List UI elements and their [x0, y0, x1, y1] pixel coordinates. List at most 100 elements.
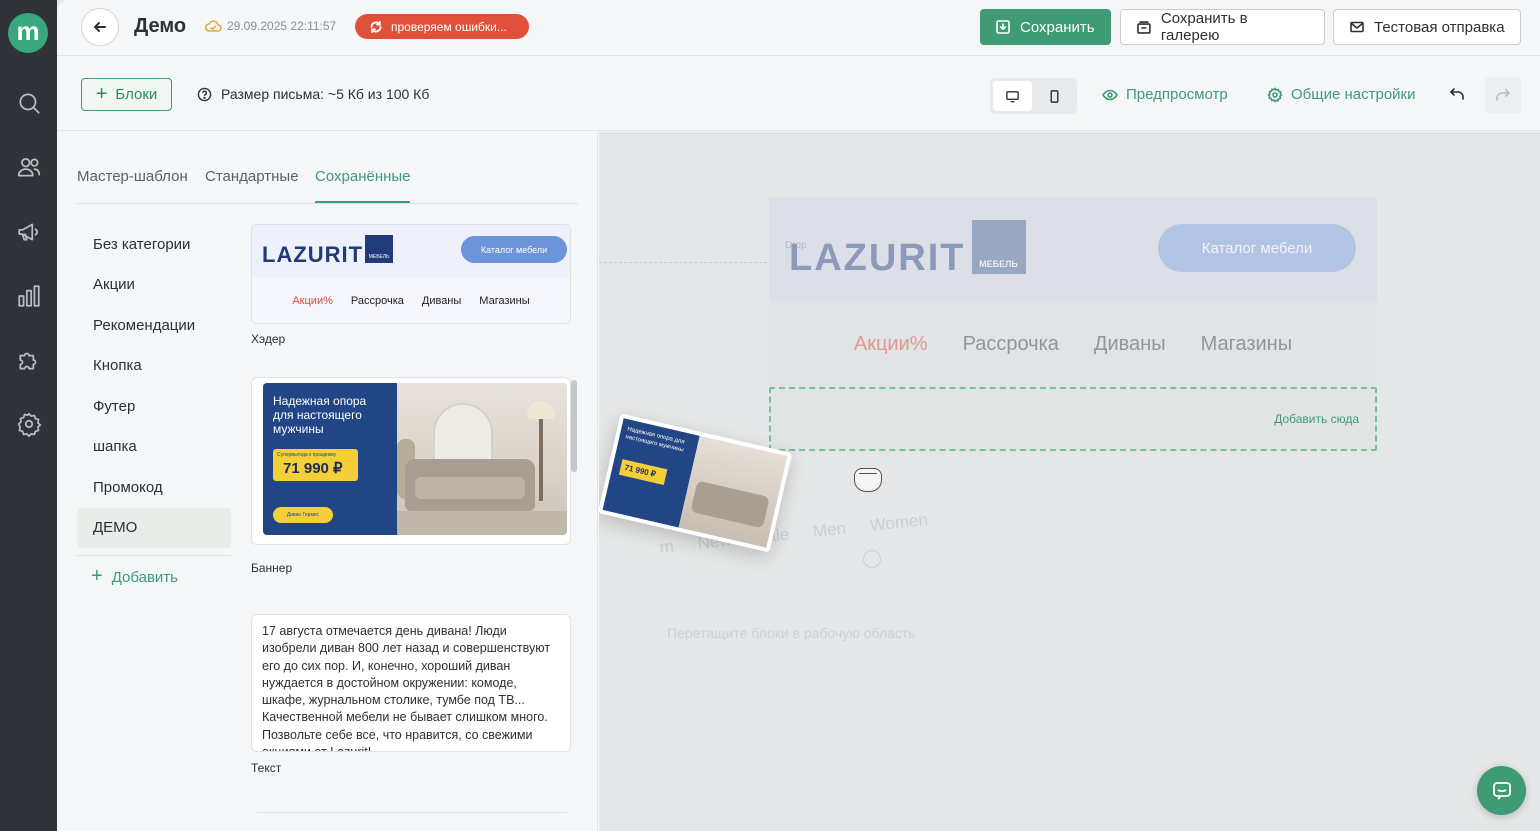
canvas-nav-item: Рассрочка	[962, 332, 1059, 355]
ghost-item: Men	[812, 518, 847, 541]
save-button[interactable]: Сохранить	[980, 9, 1111, 45]
ghost-circle-icon	[863, 550, 881, 568]
blocks-panel: Мастер-шаблон Стандартные Сохранённые Бе…	[57, 132, 598, 831]
integrations-puzzle-icon[interactable]	[0, 340, 57, 380]
tab-master-template[interactable]: Мастер-шаблон	[77, 168, 188, 185]
nav-item: Акции%	[292, 295, 333, 307]
tab-saved[interactable]: Сохранённые	[315, 168, 411, 185]
sofa	[405, 459, 535, 511]
category-item[interactable]: Рекомендации	[77, 305, 231, 346]
category-item[interactable]: шапка	[77, 427, 231, 468]
mail-icon	[1350, 21, 1364, 33]
drop-zone[interactable]: Добавить сюда	[769, 387, 1377, 451]
grab-cursor-icon	[854, 468, 882, 492]
search-icon[interactable]	[0, 83, 57, 123]
block-card-label: Хэдер	[251, 332, 286, 346]
test-send-button[interactable]: Тестовая отправка	[1333, 9, 1521, 45]
save-button-label: Сохранить	[1020, 18, 1095, 36]
block-card-text[interactable]: 17 августа отмечается день дивана! Люди …	[251, 614, 571, 752]
category-item[interactable]: Без категории	[77, 224, 231, 265]
canvas-nav-item: Магазины	[1200, 332, 1293, 355]
price-value: 71 990 ₽	[283, 460, 343, 477]
gear-icon	[1267, 86, 1283, 103]
banner-headline: Надежная опора для настоящего мужчины	[273, 394, 367, 436]
nav-item: Диваны	[421, 295, 462, 307]
sofa-photo	[397, 383, 567, 535]
plus-icon: +	[95, 82, 108, 105]
canvas-catalog-button: Каталог мебели	[1158, 224, 1356, 272]
price-tag-caption: Супервыгода к празднику	[277, 452, 337, 458]
canvas-nav-item: Диваны	[1093, 332, 1166, 355]
category-list: Без категории Акции Рекомендации Кнопка …	[77, 224, 231, 586]
contacts-icon[interactable]	[0, 147, 57, 187]
blocks-button[interactable]: + Блоки	[81, 78, 172, 111]
app-logo[interactable]: m	[8, 13, 48, 53]
blocks-button-label: Блоки	[115, 86, 158, 103]
support-chat-button[interactable]	[1477, 766, 1526, 815]
block-card-label: Текст	[251, 761, 282, 775]
dragging-banner-photo	[678, 435, 788, 548]
eye-icon	[1102, 89, 1118, 100]
category-item-active[interactable]: ДЕМО	[77, 507, 231, 548]
plus-icon: +	[91, 565, 103, 587]
category-item[interactable]: Футер	[77, 386, 231, 427]
catalog-button-preview: Каталог мебели	[461, 236, 567, 263]
divider	[77, 555, 231, 556]
email-size-info: Размер письма: ~5 Кб из 100 Кб	[197, 86, 429, 102]
ghost-item: m	[658, 536, 675, 558]
add-category-label: Добавить	[111, 568, 178, 586]
undo-button[interactable]	[1448, 85, 1468, 105]
banner-text-panel: Надежная опора для настоящего мужчины Су…	[263, 383, 397, 535]
saved-timestamp: 29.09.2025 22:11:57	[227, 19, 337, 33]
test-send-label: Тестовая отправка	[1374, 18, 1505, 36]
app-logo-letter: m	[16, 15, 40, 46]
status-badge-label: проверяем ошибки...	[391, 19, 507, 34]
editor-main: Демо 29.09.2025 22:11:57 проверяем ошибк…	[57, 0, 1540, 831]
category-item[interactable]: Акции	[77, 265, 231, 306]
help-circle-icon	[197, 87, 212, 101]
active-tab-indicator	[315, 201, 410, 203]
desktop-icon	[1005, 90, 1019, 102]
header-preview-top: LAZURIT МЕБЕЛЬ Каталог мебели	[252, 225, 570, 277]
preview-label: Предпросмотр	[1126, 86, 1228, 103]
save-icon	[996, 20, 1010, 34]
general-settings-label: Общие настройки	[1291, 86, 1416, 103]
add-category-button[interactable]: + Добавить	[77, 565, 231, 587]
panel-scrollbar[interactable]	[571, 380, 577, 472]
block-card-label: Баннер	[251, 561, 293, 575]
gallery-icon	[1137, 21, 1151, 34]
settings-gear-icon[interactable]	[0, 404, 57, 444]
logo-box: МЕБЕЛЬ	[365, 235, 394, 263]
category-item[interactable]: Кнопка	[77, 346, 231, 387]
email-size-text: Размер письма: ~5 Кб из 100 Кб	[221, 86, 430, 102]
desktop-view-button[interactable]	[993, 81, 1032, 111]
canvas-nav: Акции% Рассрочка Диваны Магазины	[769, 301, 1377, 387]
save-to-gallery-label: Сохранить в галерею	[1160, 10, 1248, 44]
editor-toolbar: + Блоки Размер письма: ~5 Кб из 100 Кб П…	[57, 57, 1540, 131]
block-card-banner[interactable]: Надежная опора для настоящего мужчины Су…	[251, 377, 571, 545]
redo-button[interactable]	[1485, 77, 1521, 113]
back-button[interactable]	[81, 8, 119, 46]
chat-icon	[1492, 781, 1511, 800]
mobile-icon	[1050, 89, 1059, 103]
general-settings-button[interactable]: Общие настройки	[1267, 86, 1416, 103]
status-badge: проверяем ошибки...	[355, 14, 529, 39]
drop-zone-label: Добавить сюда	[1274, 412, 1359, 426]
analytics-chart-icon[interactable]	[0, 276, 57, 316]
email-canvas[interactable]: Drop LAZURIT МЕБЕЛЬ Каталог мебели Акции…	[599, 132, 1540, 831]
redo-icon	[1496, 89, 1510, 101]
lamp	[527, 401, 555, 501]
dragging-banner-block[interactable]: Надежная опора для настоящего мужчины 71…	[599, 413, 793, 553]
save-to-gallery-button[interactable]: Сохранить в галерею	[1120, 9, 1325, 45]
banner-cta: Диван Гермес	[273, 507, 333, 523]
nav-item: Рассрочка	[350, 295, 404, 307]
preview-button[interactable]: Предпросмотр	[1102, 86, 1228, 103]
empty-canvas-hint: Перетащите блоки в рабочую область	[667, 625, 916, 641]
campaigns-megaphone-icon[interactable]	[0, 212, 57, 252]
canvas-logo-text: LAZURIT	[789, 237, 966, 279]
mobile-view-button[interactable]	[1036, 81, 1075, 111]
category-item[interactable]: Промокод	[77, 467, 231, 508]
blocks-tabs: Мастер-шаблон Стандартные Сохранённые	[77, 132, 578, 204]
tab-standard[interactable]: Стандартные	[205, 168, 299, 185]
block-card-header[interactable]: LAZURIT МЕБЕЛЬ Каталог мебели Акции% Рас…	[251, 224, 571, 324]
